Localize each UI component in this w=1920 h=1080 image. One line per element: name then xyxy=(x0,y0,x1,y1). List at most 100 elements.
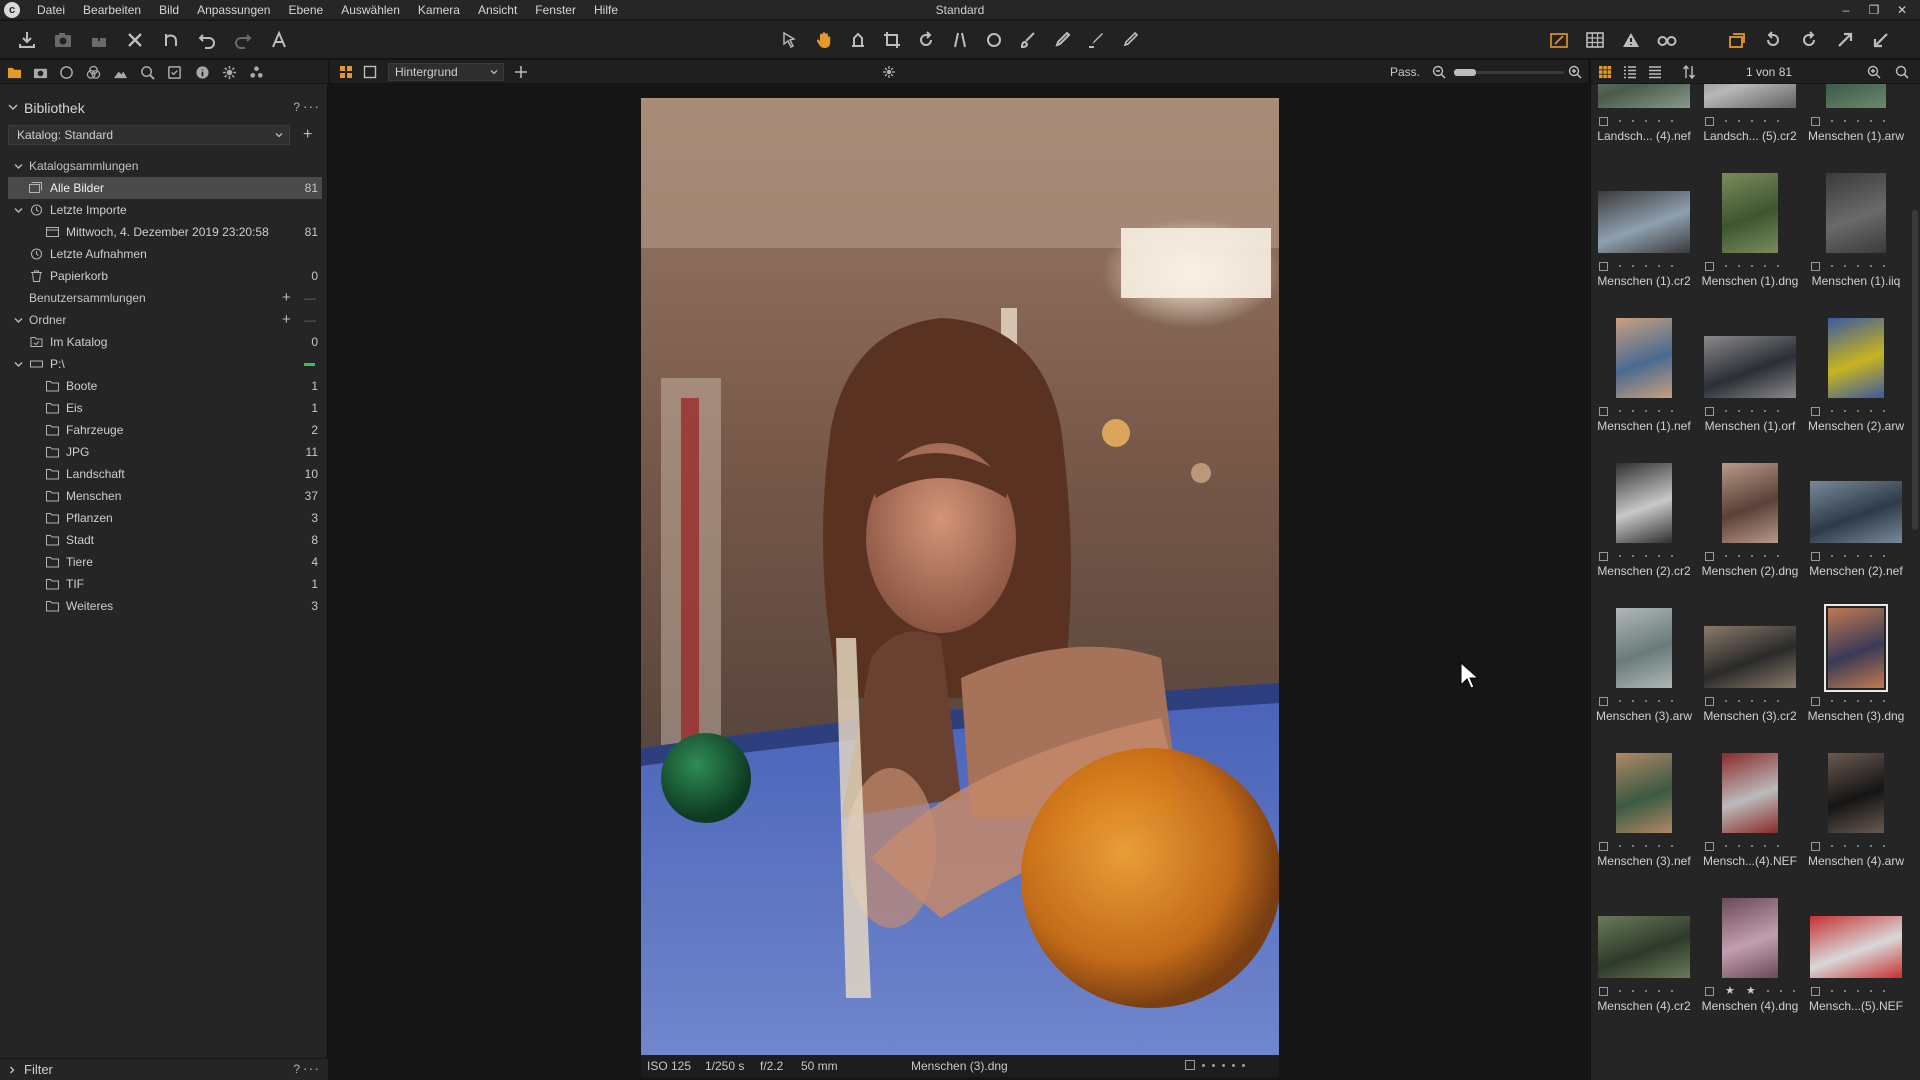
rating-star-3[interactable] xyxy=(1857,990,1859,992)
thumbnail[interactable]: Menschen (1).orf xyxy=(1697,310,1803,455)
camera-tab-icon[interactable] xyxy=(31,64,49,80)
rating-star-4[interactable] xyxy=(1870,410,1872,412)
rating-star-1[interactable] xyxy=(1619,990,1621,992)
select-checkbox[interactable] xyxy=(1705,406,1714,416)
app-logo-icon[interactable]: c xyxy=(4,2,20,18)
rating-star-2[interactable] xyxy=(1632,120,1634,122)
rating-star-3[interactable] xyxy=(1751,555,1753,557)
filter-header[interactable]: Filter ? ··· xyxy=(0,1058,328,1080)
menu-auswaehlen[interactable]: Auswählen xyxy=(332,0,409,20)
add-layer-icon[interactable] xyxy=(514,65,528,79)
folder-item[interactable]: JPG 11 xyxy=(0,441,328,463)
thumbnail[interactable]: Mensch...(4).NEF xyxy=(1697,745,1803,890)
folder-item[interactable]: Eis 1 xyxy=(0,397,328,419)
filter-more-button[interactable]: ··· xyxy=(303,1060,320,1076)
folder-item[interactable]: Landschaft 10 xyxy=(0,463,328,485)
rating-star-4[interactable] xyxy=(1764,845,1766,847)
rating-star-2[interactable] xyxy=(1738,265,1740,267)
rating-star-2[interactable] xyxy=(1738,120,1740,122)
section-catalog-collections[interactable]: Katalogsammlungen xyxy=(0,155,328,177)
select-checkbox[interactable] xyxy=(1705,116,1714,126)
rating-star-1[interactable] xyxy=(1725,555,1727,557)
rating-star-5[interactable] xyxy=(1777,845,1779,847)
thumbnail[interactable]: Menschen (2).arw xyxy=(1803,310,1909,455)
folder-add-button[interactable]: + xyxy=(282,309,291,331)
rating-star-3[interactable] xyxy=(1645,845,1647,847)
thumbnail[interactable]: Menschen (4).cr2 xyxy=(1591,890,1697,1035)
adjustments-tab-icon[interactable] xyxy=(165,64,183,80)
multi-view-icon[interactable] xyxy=(339,65,353,79)
rating-star-3[interactable] xyxy=(1857,845,1859,847)
select-checkbox[interactable] xyxy=(1599,406,1608,416)
rating-star-1[interactable] xyxy=(1725,265,1727,267)
rating-star-1[interactable] xyxy=(1725,120,1727,122)
folder-tab-icon[interactable] xyxy=(5,64,23,80)
rating-star-3[interactable] xyxy=(1645,410,1647,412)
text-icon[interactable] xyxy=(266,28,292,52)
rating-star-3[interactable] xyxy=(1645,700,1647,702)
thumbnail[interactable]: Menschen (3).dng xyxy=(1803,600,1909,745)
rating-star-1[interactable] xyxy=(1619,410,1621,412)
section-user-collections[interactable]: Benutzersammlungen + — xyxy=(0,287,328,309)
edit-mode-icon[interactable] xyxy=(1546,28,1572,52)
rating-star-2[interactable] xyxy=(1738,410,1740,412)
rating-star-1[interactable] xyxy=(1725,410,1727,412)
rating-star-3[interactable] xyxy=(1645,265,1647,267)
rating-star-3[interactable] xyxy=(1645,990,1647,992)
warning-icon[interactable] xyxy=(1618,28,1644,52)
rating-star-4[interactable] xyxy=(1870,265,1872,267)
browser-scrollbar[interactable] xyxy=(1912,210,1918,530)
rating-star-4[interactable] xyxy=(1764,265,1766,267)
rating-star-2[interactable] xyxy=(1844,845,1846,847)
delete-icon[interactable] xyxy=(122,28,148,52)
catalog-select[interactable]: Katalog: Standard xyxy=(8,125,290,145)
rating-star-1[interactable]: ★ xyxy=(1725,986,1735,997)
rating-star-1[interactable] xyxy=(1831,990,1833,992)
rating-star-3[interactable] xyxy=(1857,120,1859,122)
rating-star-4[interactable] xyxy=(1658,990,1660,992)
rating-star-4[interactable] xyxy=(1870,555,1872,557)
list-view-icon[interactable] xyxy=(1623,65,1637,79)
rating-star-1[interactable] xyxy=(1831,845,1833,847)
focus-mask-icon[interactable] xyxy=(882,65,896,79)
expand-icon[interactable] xyxy=(1832,28,1858,52)
rating-star-1[interactable] xyxy=(1831,120,1833,122)
rating-star-2[interactable] xyxy=(1212,1063,1215,1067)
folder-item[interactable]: TIF 1 xyxy=(0,573,328,595)
rating-star-5[interactable] xyxy=(1777,555,1779,557)
select-checkbox[interactable] xyxy=(1811,261,1820,271)
rating-star-3[interactable] xyxy=(1857,265,1859,267)
library-header[interactable]: Bibliothek ? ··· xyxy=(0,98,328,118)
details-tab-icon[interactable] xyxy=(138,64,156,80)
collection-letzte-aufnahmen[interactable]: Letzte Aufnahmen xyxy=(0,243,328,265)
rating-star-5[interactable] xyxy=(1242,1063,1245,1067)
rating-star-3[interactable] xyxy=(1857,700,1859,702)
rating-star-5[interactable] xyxy=(1671,990,1673,992)
folder-item[interactable]: Pflanzen 3 xyxy=(0,507,328,529)
folder-item[interactable]: Fahrzeuge 2 xyxy=(0,419,328,441)
search-icon[interactable] xyxy=(1895,65,1909,79)
rating-star-2[interactable] xyxy=(1632,555,1634,557)
menu-bild[interactable]: Bild xyxy=(150,0,188,20)
thumbnail[interactable]: Menschen (1).iiq xyxy=(1803,165,1909,310)
rating-star-2[interactable] xyxy=(1632,845,1634,847)
rating-star-2[interactable] xyxy=(1632,700,1634,702)
rating-star-5[interactable] xyxy=(1883,700,1885,702)
rating-star-2[interactable] xyxy=(1844,120,1846,122)
rating-star-1[interactable] xyxy=(1619,700,1621,702)
folder-item[interactable]: Boote 1 xyxy=(0,375,328,397)
rating-star-4[interactable] xyxy=(1764,410,1766,412)
redo-icon[interactable] xyxy=(230,28,256,52)
crop-icon[interactable] xyxy=(879,28,905,52)
rating-star-1[interactable] xyxy=(1725,700,1727,702)
reset-icon[interactable] xyxy=(1760,28,1786,52)
thumbnail[interactable]: Menschen (2).cr2 xyxy=(1591,455,1697,600)
rating-star-2[interactable] xyxy=(1844,700,1846,702)
folder-item[interactable]: Stadt 8 xyxy=(0,529,328,551)
rating-star-1[interactable] xyxy=(1831,265,1833,267)
rating-star-4[interactable] xyxy=(1764,555,1766,557)
thumbnail[interactable]: Menschen (2).dng xyxy=(1697,455,1803,600)
select-checkbox[interactable] xyxy=(1705,986,1714,996)
select-checkbox[interactable] xyxy=(1599,261,1608,271)
select-checkbox[interactable] xyxy=(1705,696,1714,706)
